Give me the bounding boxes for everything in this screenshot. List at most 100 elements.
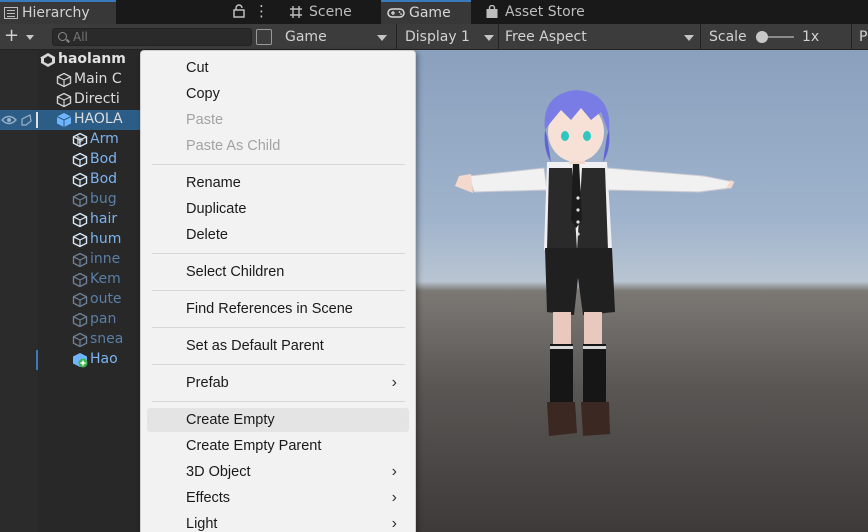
menu-item-prefab-label: Prefab xyxy=(186,375,229,391)
slider-handle[interactable] xyxy=(756,31,768,43)
chevron-down-icon xyxy=(484,35,494,41)
cube-icon xyxy=(72,132,88,148)
menu-item-cut[interactable]: Cut xyxy=(147,56,409,80)
chevron-right-icon: › xyxy=(391,374,397,391)
prefab-add-icon xyxy=(73,353,88,368)
hierarchy-row-label: snea xyxy=(90,331,124,347)
hierarchy-icon xyxy=(4,7,18,19)
hierarchy-row-label: Bod xyxy=(90,151,118,167)
hierarchy-tab-bar: Hierarchy ⋮ xyxy=(0,0,279,24)
search-icon xyxy=(58,32,67,41)
game-mode-dropdown[interactable]: Game xyxy=(285,27,393,47)
search-input[interactable] xyxy=(73,29,243,45)
menu-item-3d-object[interactable]: 3D Object › xyxy=(147,460,409,484)
shopping-bag-icon xyxy=(486,5,498,18)
menu-separator xyxy=(152,364,405,365)
hierarchy-toolbar: + xyxy=(0,24,279,50)
menu-item-find-references[interactable]: Find References in Scene xyxy=(147,297,409,321)
hierarchy-row-label: Bod xyxy=(90,171,118,187)
eye-icon[interactable] xyxy=(1,114,17,126)
grid-icon xyxy=(290,6,302,18)
add-object-button[interactable]: + xyxy=(4,27,38,46)
game-toolbar: Game Display 1 Free Aspect Scale 1x P xyxy=(279,24,868,50)
chevron-down-icon xyxy=(377,35,387,41)
hierarchy-row-label: inne xyxy=(90,251,121,267)
cube-icon xyxy=(72,192,88,208)
cube-icon xyxy=(72,232,88,248)
menu-item-set-default-parent[interactable]: Set as Default Parent xyxy=(147,334,409,358)
menu-separator xyxy=(152,253,405,254)
menu-item-effects[interactable]: Effects › xyxy=(147,486,409,510)
cube-icon xyxy=(72,172,88,188)
chevron-down-icon xyxy=(684,35,694,41)
aspect-dropdown[interactable]: Free Aspect xyxy=(505,27,697,47)
view-tab-bar: Scene Game Asset Store xyxy=(279,0,868,24)
hierarchy-row-label: Kem xyxy=(90,271,121,287)
menu-item-light-label: Light xyxy=(186,516,218,532)
display-dropdown[interactable]: Display 1 xyxy=(405,27,495,47)
hierarchy-row-label: Main C xyxy=(74,71,122,87)
chevron-right-icon: › xyxy=(391,463,397,480)
lock-icon[interactable] xyxy=(233,4,245,18)
toolbar-divider xyxy=(396,24,397,50)
hierarchy-row-label: Hao xyxy=(90,351,118,367)
toolbar-divider xyxy=(700,24,701,50)
chevron-right-icon: › xyxy=(391,515,397,532)
tab-hierarchy[interactable]: Hierarchy xyxy=(0,0,116,24)
hierarchy-row-label: hum xyxy=(90,231,122,247)
cube-icon xyxy=(72,152,88,168)
menu-item-effects-label: Effects xyxy=(186,490,231,506)
game-mode-value: Game xyxy=(285,29,327,45)
menu-separator xyxy=(152,327,405,328)
tab-game-label: Game xyxy=(409,5,451,21)
hierarchy-row-label: HAOLA xyxy=(74,111,123,127)
prefab-cube-icon xyxy=(56,113,72,127)
display-value: Display 1 xyxy=(405,29,470,45)
tab-scene[interactable]: Scene xyxy=(285,0,377,24)
menu-item-select-children[interactable]: Select Children xyxy=(147,260,409,284)
hierarchy-row-label: Arm xyxy=(90,131,119,147)
scale-value: 1x xyxy=(802,29,820,45)
menu-separator xyxy=(152,290,405,291)
menu-item-prefab[interactable]: Prefab › xyxy=(147,371,409,395)
menu-item-create-empty[interactable]: Create Empty xyxy=(147,408,409,432)
more-options-icon[interactable]: ⋮ xyxy=(254,3,269,19)
cube-icon xyxy=(56,92,72,108)
cube-icon xyxy=(72,292,88,308)
gamepad-icon xyxy=(387,8,405,18)
cube-icon xyxy=(72,252,88,268)
cube-icon xyxy=(72,272,88,288)
tab-asset-store-label: Asset Store xyxy=(505,4,585,20)
menu-item-paste-as-child: Paste As Child xyxy=(186,138,281,154)
menu-item-paste: Paste xyxy=(186,112,224,128)
hierarchy-row-label: bug xyxy=(90,191,117,207)
tab-game[interactable]: Game xyxy=(381,0,471,24)
scale-slider[interactable] xyxy=(756,31,794,43)
menu-separator xyxy=(152,401,405,402)
hierarchy-row-label: Directi xyxy=(74,91,120,107)
chevron-right-icon: › xyxy=(391,489,397,506)
hierarchy-row-label: oute xyxy=(90,291,122,307)
pickable-hand-icon[interactable] xyxy=(19,113,33,127)
hierarchy-row-label: hair xyxy=(90,211,118,227)
modified-indicator xyxy=(36,350,38,370)
tab-scene-label: Scene xyxy=(309,4,352,20)
cube-icon xyxy=(72,212,88,228)
play-focused-dropdown[interactable]: P xyxy=(859,27,867,47)
tab-asset-store[interactable]: Asset Store xyxy=(481,0,599,24)
hierarchy-search[interactable] xyxy=(52,28,252,46)
search-in-scene-icon[interactable] xyxy=(256,29,272,45)
chevron-down-icon xyxy=(26,35,34,40)
menu-item-light[interactable]: Light › xyxy=(147,512,409,532)
toolbar-divider xyxy=(851,24,852,50)
menu-item-duplicate[interactable]: Duplicate xyxy=(147,197,409,221)
aspect-value: Free Aspect xyxy=(505,29,587,45)
cube-icon xyxy=(72,312,88,328)
menu-item-delete[interactable]: Delete xyxy=(147,223,409,247)
menu-item-rename[interactable]: Rename xyxy=(147,171,409,195)
cube-icon xyxy=(72,332,88,348)
menu-item-create-empty-parent[interactable]: Create Empty Parent xyxy=(147,434,409,458)
selection-indicator xyxy=(36,112,38,128)
scale-label: Scale xyxy=(709,29,747,45)
menu-item-copy[interactable]: Copy xyxy=(147,82,409,106)
